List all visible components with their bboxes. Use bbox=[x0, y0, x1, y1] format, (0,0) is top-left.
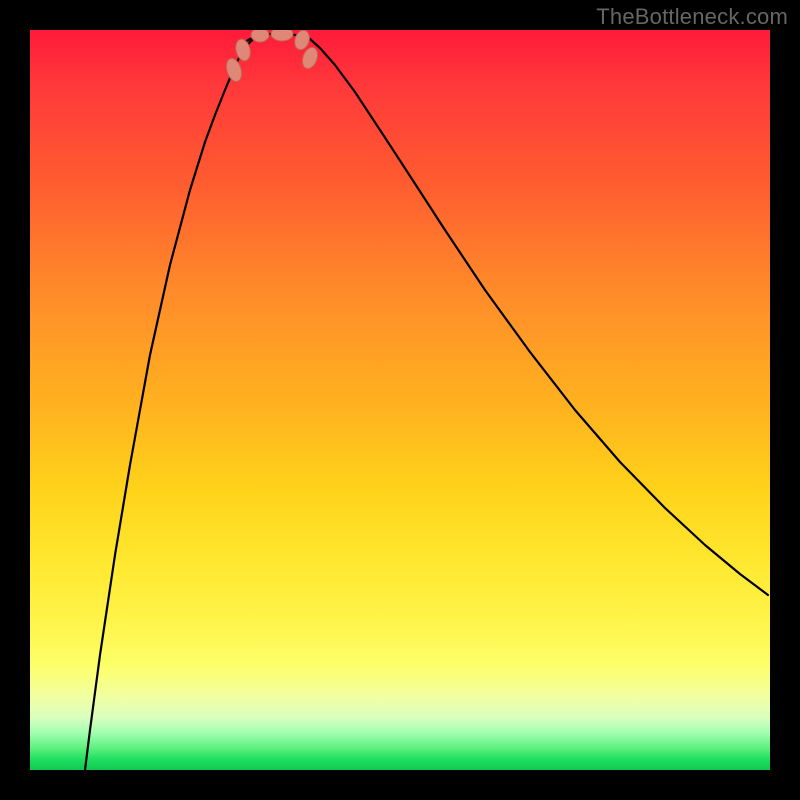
curve-left-curve bbox=[85, 34, 265, 770]
chart-svg bbox=[30, 30, 770, 770]
curve-group bbox=[85, 34, 768, 770]
data-marker-3 bbox=[271, 30, 293, 41]
data-marker-0 bbox=[224, 56, 245, 83]
data-marker-2 bbox=[251, 30, 269, 42]
marker-group bbox=[224, 30, 321, 84]
plot-area bbox=[30, 30, 770, 770]
watermark-text: TheBottleneck.com bbox=[596, 4, 788, 30]
chart-frame: TheBottleneck.com bbox=[0, 0, 800, 800]
curve-right-curve bbox=[300, 34, 768, 595]
